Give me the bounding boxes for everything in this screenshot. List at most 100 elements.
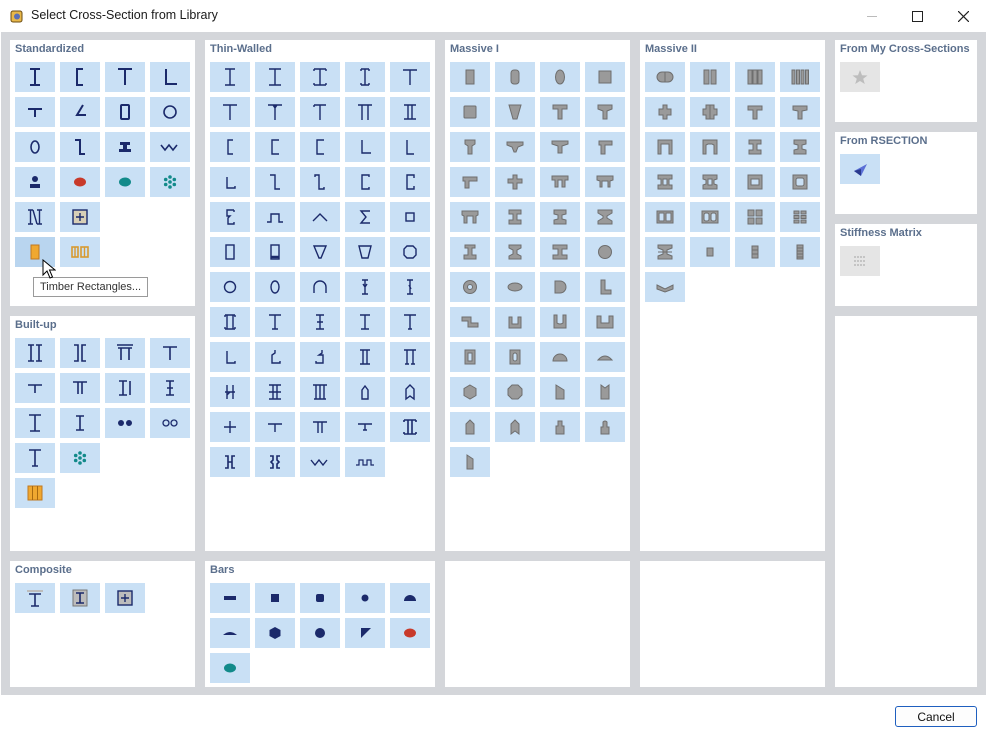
thin-walled-section-tile[interactable] <box>255 342 295 372</box>
thin-walled-section-tile[interactable] <box>345 132 385 162</box>
thin-walled-section-tile[interactable] <box>345 412 385 442</box>
rsection-tile[interactable] <box>840 154 880 184</box>
massive-section-tile[interactable] <box>540 307 580 337</box>
thin-walled-section-tile[interactable] <box>255 272 295 302</box>
massive-section-tile[interactable] <box>585 377 625 407</box>
built-up-slender-i-tile[interactable] <box>60 408 100 438</box>
thin-walled-section-tile[interactable] <box>255 377 295 407</box>
massive-section-tile[interactable] <box>450 342 490 372</box>
massive-section-tile[interactable] <box>540 377 580 407</box>
thin-walled-section-tile[interactable] <box>255 412 295 442</box>
massive-2-section-tile[interactable] <box>645 202 685 232</box>
thin-walled-section-tile[interactable] <box>210 412 250 442</box>
section-z-tile[interactable] <box>60 132 100 162</box>
composite-encased-i-tile[interactable] <box>60 583 100 613</box>
massive-2-section-tile[interactable] <box>780 97 820 127</box>
thin-walled-section-tile[interactable] <box>300 237 340 267</box>
thin-walled-section-tile[interactable] <box>300 307 340 337</box>
section-timber-box-tile[interactable] <box>60 202 100 232</box>
thin-walled-section-tile[interactable] <box>255 307 295 337</box>
massive-section-tile[interactable] <box>540 412 580 442</box>
thin-walled-section-tile[interactable] <box>345 342 385 372</box>
massive-2-section-tile[interactable] <box>645 237 685 267</box>
bar-half-round-tile[interactable] <box>390 583 430 613</box>
built-up-asym-i-tile[interactable] <box>15 443 55 473</box>
massive-2-section-tile[interactable] <box>645 272 685 302</box>
minimize-button[interactable] <box>849 0 895 32</box>
thin-walled-section-tile[interactable] <box>210 132 250 162</box>
massive-2-section-tile[interactable] <box>780 202 820 232</box>
thin-walled-section-tile[interactable] <box>390 97 430 127</box>
massive-section-tile[interactable] <box>585 202 625 232</box>
section-i-beam-tile[interactable] <box>15 62 55 92</box>
stiffness-matrix-tile[interactable] <box>840 246 880 276</box>
massive-section-tile[interactable] <box>540 97 580 127</box>
thin-walled-section-tile[interactable] <box>390 272 430 302</box>
bar-triangle-tile[interactable] <box>345 618 385 648</box>
massive-section-tile[interactable] <box>495 412 535 442</box>
thin-walled-section-tile[interactable] <box>345 62 385 92</box>
my-cross-section-tile[interactable] <box>840 62 880 92</box>
thin-walled-section-tile[interactable] <box>390 202 430 232</box>
thin-walled-section-tile[interactable] <box>210 377 250 407</box>
massive-2-section-tile[interactable] <box>690 202 730 232</box>
massive-2-section-tile[interactable] <box>690 62 730 92</box>
thin-walled-section-tile[interactable] <box>345 447 385 477</box>
massive-2-section-tile[interactable] <box>735 62 775 92</box>
bar-red-ellipse-tile[interactable] <box>390 618 430 648</box>
built-up-i-tile[interactable] <box>15 408 55 438</box>
massive-2-section-tile[interactable] <box>645 97 685 127</box>
section-t-tile[interactable] <box>105 62 145 92</box>
massive-2-section-tile[interactable] <box>735 167 775 197</box>
thin-walled-section-tile[interactable] <box>390 237 430 267</box>
massive-section-tile[interactable] <box>585 132 625 162</box>
thin-walled-section-tile[interactable] <box>210 97 250 127</box>
thin-walled-section-tile[interactable] <box>345 167 385 197</box>
built-up-i-stiffened-tile[interactable] <box>150 373 190 403</box>
built-up-double-channel-tile[interactable] <box>60 338 100 368</box>
massive-section-tile[interactable] <box>450 167 490 197</box>
bar-flat-tile[interactable] <box>210 583 250 613</box>
thin-walled-section-tile[interactable] <box>390 412 430 442</box>
thin-walled-section-tile[interactable] <box>210 272 250 302</box>
bar-octagon-tile[interactable] <box>300 618 340 648</box>
massive-section-tile[interactable] <box>450 62 490 92</box>
built-up-i-plate-tile[interactable] <box>105 373 145 403</box>
thin-walled-section-tile[interactable] <box>300 202 340 232</box>
thin-walled-section-tile[interactable] <box>300 412 340 442</box>
section-red-ellipse-tile[interactable] <box>60 167 100 197</box>
massive-section-tile[interactable] <box>540 202 580 232</box>
thin-walled-section-tile[interactable] <box>300 272 340 302</box>
bar-square-tile[interactable] <box>255 583 295 613</box>
thin-walled-section-tile[interactable] <box>345 377 385 407</box>
cancel-button[interactable]: Cancel <box>895 706 977 727</box>
section-channel-tile[interactable] <box>60 62 100 92</box>
thin-walled-section-tile[interactable] <box>210 342 250 372</box>
massive-2-section-tile[interactable] <box>645 167 685 197</box>
massive-section-tile[interactable] <box>495 167 535 197</box>
massive-section-tile[interactable] <box>585 237 625 267</box>
massive-2-section-tile[interactable] <box>645 62 685 92</box>
massive-section-tile[interactable] <box>495 342 535 372</box>
thin-walled-section-tile[interactable] <box>300 377 340 407</box>
bar-segment-tile[interactable] <box>210 618 250 648</box>
massive-section-tile[interactable] <box>495 272 535 302</box>
thin-walled-section-tile[interactable] <box>255 62 295 92</box>
massive-2-section-tile[interactable] <box>690 237 730 267</box>
thin-walled-section-tile[interactable] <box>300 97 340 127</box>
massive-section-tile[interactable] <box>540 237 580 267</box>
thin-walled-section-tile[interactable] <box>255 132 295 162</box>
massive-section-tile[interactable] <box>450 412 490 442</box>
thin-walled-section-tile[interactable] <box>345 202 385 232</box>
bar-rounded-square-tile[interactable] <box>300 583 340 613</box>
thin-walled-section-tile[interactable] <box>255 202 295 232</box>
massive-section-tile[interactable] <box>450 97 490 127</box>
composite-t-slab-tile[interactable] <box>15 583 55 613</box>
massive-section-tile[interactable] <box>495 97 535 127</box>
section-timber-i-tile[interactable] <box>15 202 55 232</box>
built-up-cable-tile[interactable] <box>60 443 100 473</box>
section-rect-hollow-tile[interactable] <box>105 97 145 127</box>
massive-2-section-tile[interactable] <box>780 237 820 267</box>
section-timber-round-tile[interactable] <box>15 167 55 197</box>
massive-section-tile[interactable] <box>495 307 535 337</box>
